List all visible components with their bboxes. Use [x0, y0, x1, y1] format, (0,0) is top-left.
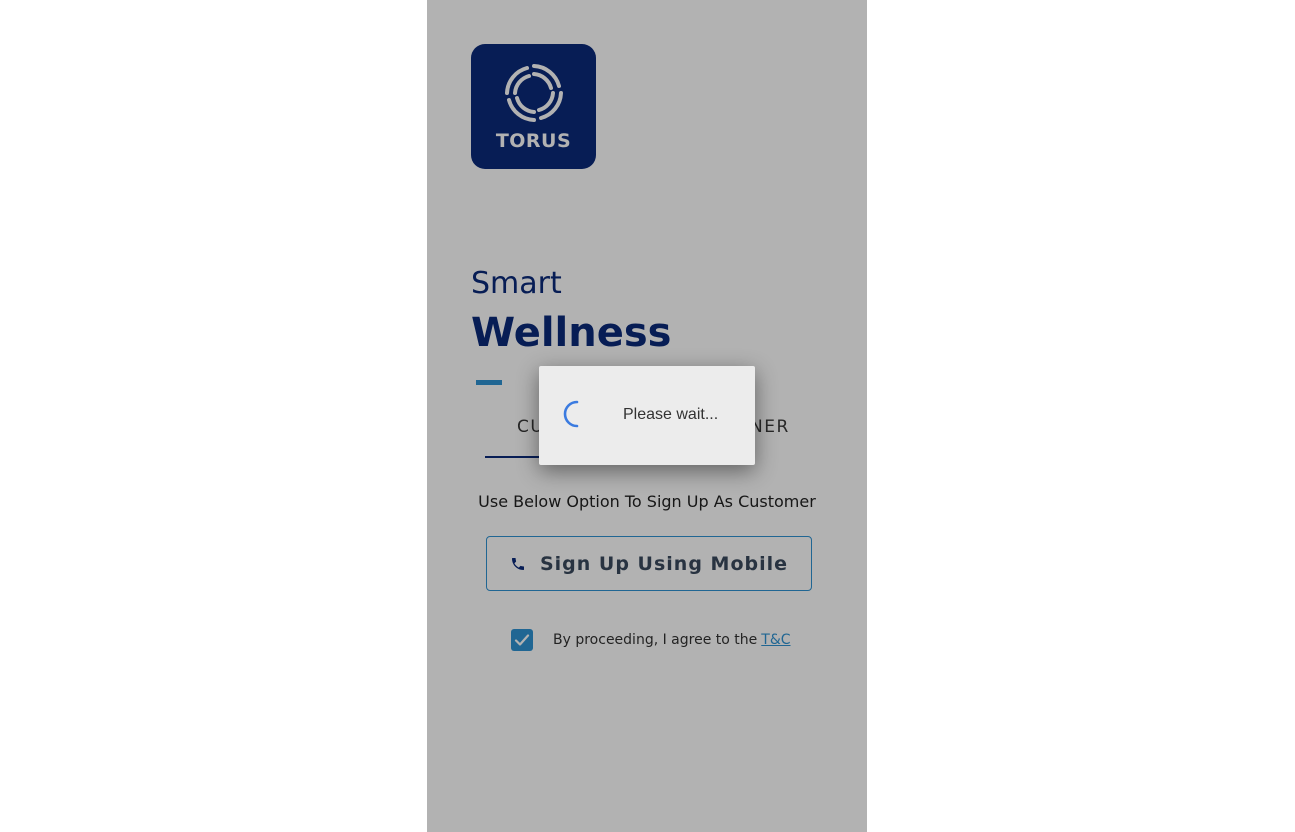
- loading-message: Please wait...: [623, 406, 719, 423]
- loading-dialog: Please wait...: [539, 366, 755, 465]
- app-screen: TORUS Smart Wellness CUSTOMER PARTNER Us…: [427, 0, 867, 832]
- loading-spinner-icon: [563, 400, 579, 428]
